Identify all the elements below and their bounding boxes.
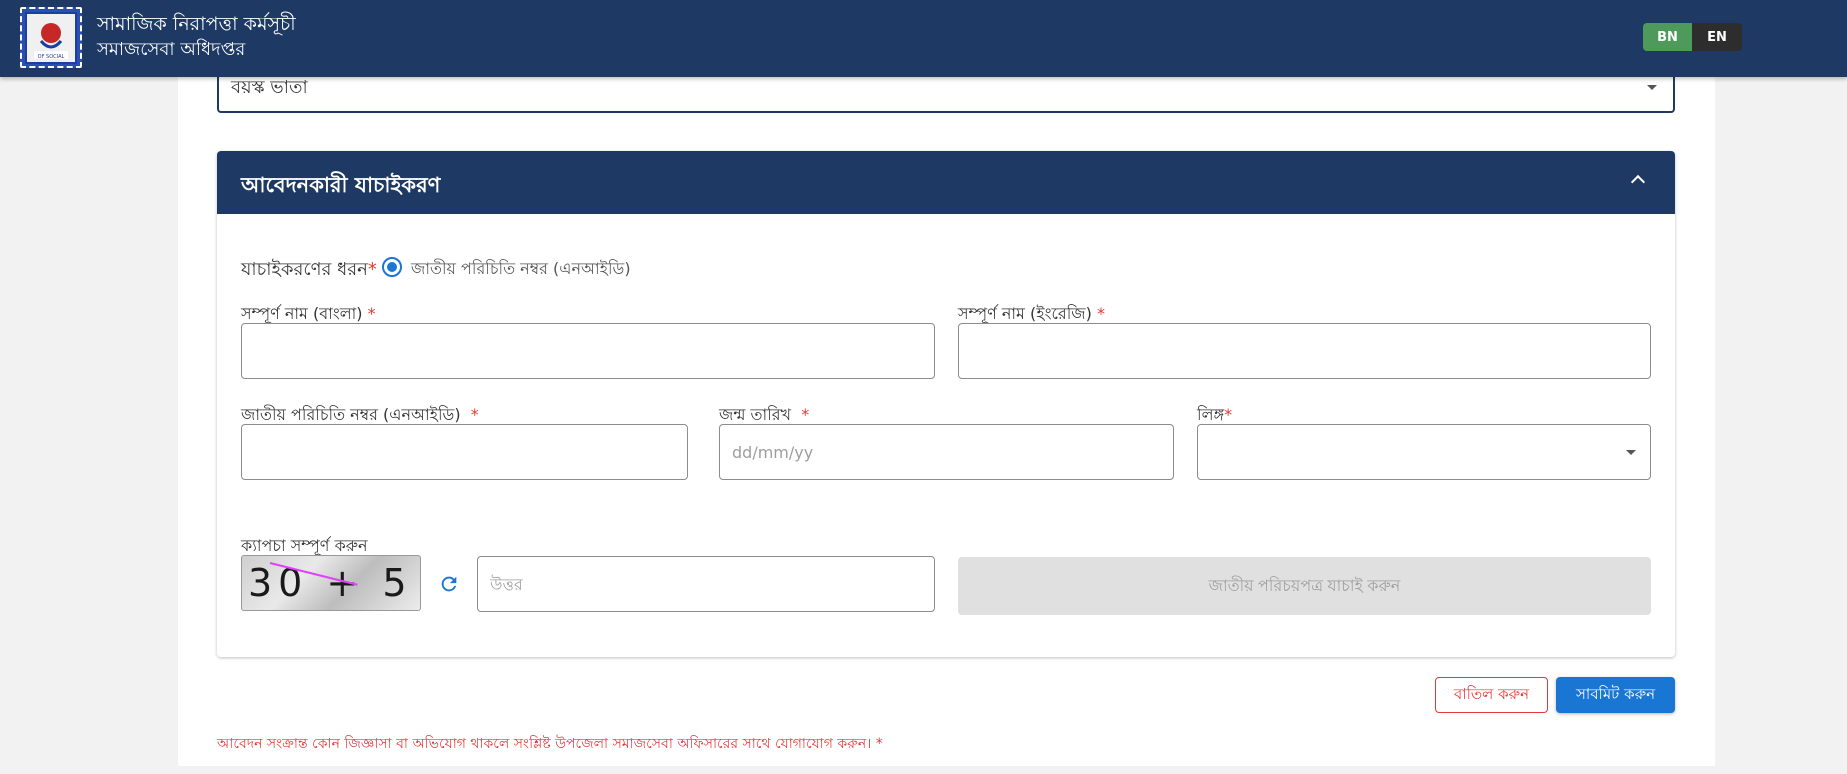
required-mark: * <box>367 304 376 323</box>
nid-input[interactable] <box>241 424 688 480</box>
submit-button[interactable]: সাবমিট করুন <box>1556 677 1675 713</box>
full-name-bn-input[interactable] <box>241 323 935 379</box>
chevron-down-icon <box>1626 450 1636 455</box>
refresh-icon[interactable] <box>438 573 460 595</box>
radio-dot <box>387 262 397 272</box>
chevron-down-icon <box>1647 85 1657 90</box>
verification-type-label-text: যাচাইকরণের ধরন <box>241 259 368 280</box>
full-name-en-input[interactable] <box>958 323 1651 379</box>
verify-nid-button[interactable]: জাতীয় পরিচয়পত্র যাচাই করুন <box>958 557 1651 615</box>
program-select-value: বয়স্ক ভাতা <box>231 77 308 98</box>
nid-label-text: জাতীয় পরিচিতি নম্বর (এনআইডি) <box>241 405 461 424</box>
applicant-verification-section: আবেদনকারী যাচাইকরণ যাচাইকরণের ধরন* জাতীয… <box>217 151 1675 657</box>
gender-label-text: লিঙ্গ <box>1197 405 1225 424</box>
section-title: আবেদনকারী যাচাইকরণ <box>241 173 441 197</box>
department-title: সমাজসেবা অধিদপ্তর <box>97 39 246 60</box>
language-toggle: BN EN <box>1643 23 1742 51</box>
captcha-image: 30 + 5 = <box>241 555 421 611</box>
cancel-button[interactable]: বাতিল করুন <box>1435 677 1548 713</box>
gender-select[interactable] <box>1197 424 1651 480</box>
full-name-bn-label-text: সম্পূর্ণ নাম (বাংলা) <box>241 304 363 323</box>
dob-input[interactable] <box>719 424 1174 480</box>
department-logo: OF SOCIAL <box>20 7 82 68</box>
header-titles: সামাজিক নিরাপত্তা কর্মসূচী সমাজসেবা অধিদ… <box>97 12 296 62</box>
svg-text:OF SOCIAL: OF SOCIAL <box>38 54 65 60</box>
captcha-text: 30 + 5 = <box>248 561 420 605</box>
footer-note: আবেদন সংক্রান্ত কোন জিজ্ঞাসা বা অভিযোগ থ… <box>217 736 883 752</box>
section-header[interactable]: আবেদনকারী যাচাইকরণ <box>217 151 1675 214</box>
full-name-en-label-text: সম্পূর্ণ নাম (ইংরেজি) <box>958 304 1092 323</box>
nid-radio-label: জাতীয় পরিচিতি নম্বর (এনআইডি) <box>411 259 631 278</box>
required-mark: * <box>470 405 479 424</box>
nid-radio[interactable] <box>382 257 402 277</box>
dob-label-text: জন্ম তারিখ <box>719 405 792 424</box>
verification-type-label: যাচাইকরণের ধরন* <box>241 255 377 286</box>
required-mark: * <box>1096 304 1105 323</box>
lang-bn-button[interactable]: BN <box>1643 23 1692 51</box>
lang-en-button[interactable]: EN <box>1692 23 1742 51</box>
app-header: OF SOCIAL সামাজিক নিরাপত্তা কর্মসূচী সমা… <box>0 0 1847 77</box>
required-mark: * <box>1224 405 1233 424</box>
program-title: সামাজিক নিরাপত্তা কর্মসূচী <box>97 13 296 35</box>
required-mark: * <box>367 259 377 280</box>
chevron-up-icon[interactable] <box>1630 174 1646 190</box>
captcha-answer-input[interactable] <box>477 556 935 612</box>
required-mark: * <box>801 405 810 424</box>
